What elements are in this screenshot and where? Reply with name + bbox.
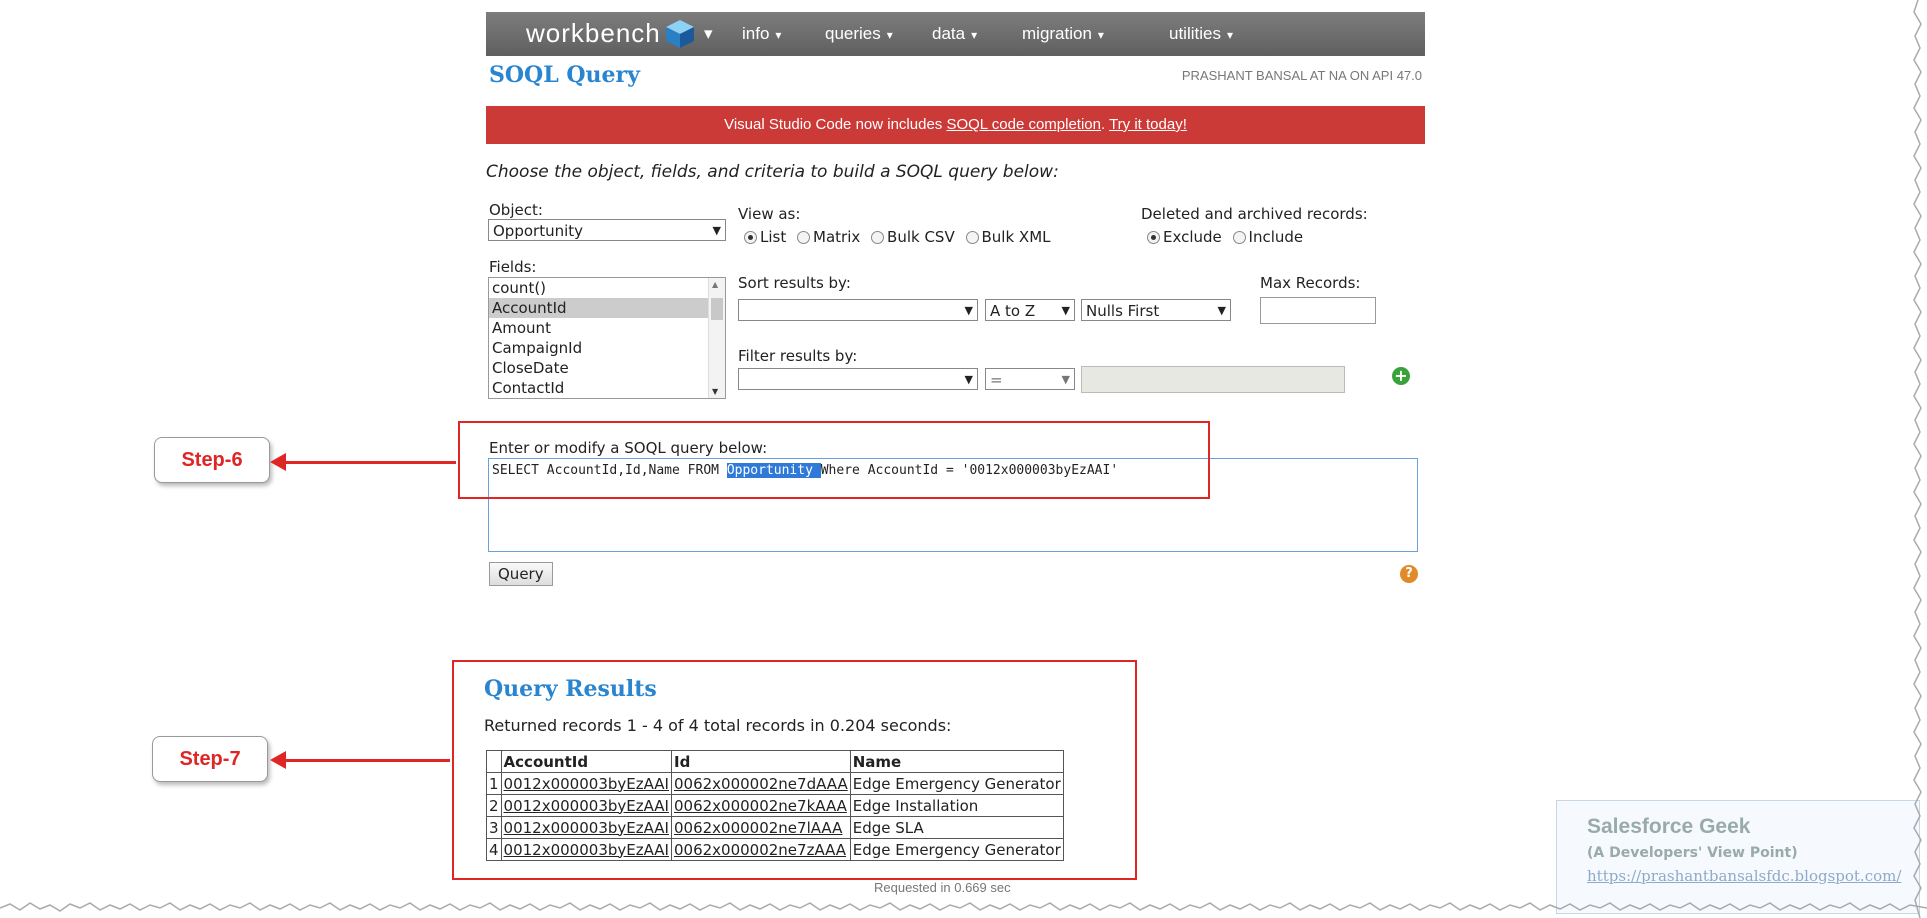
step6-arrow bbox=[284, 461, 456, 464]
nav-menu-migration[interactable]: migration ▾ bbox=[1022, 24, 1104, 44]
watermark-subtitle: (A Developers' View Point) bbox=[1587, 845, 1798, 861]
sort-field-select[interactable]: ▼ bbox=[738, 299, 978, 321]
object-select[interactable]: Opportunity ▼ bbox=[488, 219, 726, 241]
promo-banner: Visual Studio Code now includes SOQL cod… bbox=[486, 106, 1425, 144]
sort-label: Sort results by: bbox=[738, 274, 851, 292]
object-label: Object: bbox=[489, 201, 543, 219]
torn-edge-right bbox=[1913, 0, 1922, 918]
soql-completion-link[interactable]: SOQL code completion bbox=[946, 116, 1101, 133]
list-item[interactable]: Amount bbox=[489, 318, 725, 338]
list-item[interactable]: CloseDate bbox=[489, 358, 725, 378]
chevron-down-icon: ▾ bbox=[775, 28, 782, 42]
query-button[interactable]: Query bbox=[489, 562, 553, 586]
chevron-down-icon: ▾ bbox=[1097, 28, 1104, 42]
chevron-down-icon: ▾ bbox=[1226, 28, 1233, 42]
list-item[interactable]: AccountId bbox=[489, 298, 725, 318]
request-time-footer: Requested in 0.669 sec bbox=[874, 880, 1011, 895]
deleted-records-label: Deleted and archived records: bbox=[1141, 205, 1368, 223]
banner-separator: . bbox=[1101, 116, 1110, 133]
chevron-down-icon: ▾ bbox=[971, 28, 978, 42]
step7-highlight-box bbox=[452, 660, 1137, 880]
chevron-down-icon: ▼ bbox=[712, 224, 721, 237]
deleted-include-radio[interactable]: Include bbox=[1227, 228, 1303, 246]
view-as-matrix-radio[interactable]: Matrix bbox=[791, 228, 860, 246]
user-info: PRASHANT BANSAL AT NA ON API 47.0 bbox=[1181, 68, 1422, 83]
deleted-exclude-radio[interactable]: Exclude bbox=[1141, 228, 1222, 246]
step6-highlight-box bbox=[458, 421, 1210, 499]
arrow-left-icon bbox=[270, 751, 286, 769]
plus-icon[interactable]: + bbox=[1392, 367, 1410, 385]
arrow-left-icon bbox=[270, 453, 286, 471]
chevron-down-icon: ▼ bbox=[964, 373, 973, 386]
filter-label: Filter results by: bbox=[738, 347, 858, 365]
chevron-down-icon: ▼ bbox=[1061, 304, 1070, 317]
fields-scrollbar[interactable]: ▲ ▼ bbox=[708, 278, 725, 398]
view-as-label: View as: bbox=[738, 205, 801, 223]
nav-menu-queries[interactable]: queries ▾ bbox=[825, 24, 893, 44]
max-records-input[interactable] bbox=[1260, 297, 1376, 324]
nav-menu-utilities[interactable]: utilities ▾ bbox=[1169, 24, 1233, 44]
filter-operator-select[interactable]: = ▼ bbox=[985, 368, 1075, 390]
scroll-down-icon[interactable]: ▼ bbox=[712, 387, 718, 396]
nav-bar: workbench ▾ info ▾ queries ▾ data ▾ migrati… bbox=[486, 12, 1425, 56]
max-records-label: Max Records: bbox=[1260, 274, 1361, 292]
sort-nulls-select[interactable]: Nulls First ▼ bbox=[1081, 299, 1231, 321]
try-it-link[interactable]: Try it today! bbox=[1109, 116, 1187, 133]
banner-text: Visual Studio Code now includes bbox=[724, 116, 947, 133]
chevron-down-icon: ▼ bbox=[1217, 304, 1226, 317]
brand-dropdown-caret[interactable]: ▾ bbox=[704, 24, 713, 44]
sort-direction-select[interactable]: A to Z ▼ bbox=[985, 299, 1075, 321]
step7-callout: Step-7 bbox=[152, 736, 268, 782]
chevron-down-icon: ▾ bbox=[886, 28, 893, 42]
list-item[interactable]: ContactId bbox=[489, 378, 725, 398]
sort-direction-value: A to Z bbox=[990, 302, 1036, 320]
list-item[interactable]: CampaignId bbox=[489, 338, 725, 358]
brand-logo[interactable]: workbench bbox=[526, 18, 661, 49]
chevron-down-icon: ▼ bbox=[1061, 373, 1070, 386]
view-as-bulk-xml-radio[interactable]: Bulk XML bbox=[960, 228, 1051, 246]
view-as-options: List Matrix Bulk CSV Bulk XML bbox=[738, 228, 1051, 246]
watermark-url[interactable]: https://prashantbansalsfdc.blogspot.com/ bbox=[1587, 867, 1901, 885]
chevron-down-icon: ▼ bbox=[964, 304, 973, 317]
watermark-title: Salesforce Geek bbox=[1587, 815, 1751, 838]
object-value: Opportunity bbox=[493, 222, 584, 240]
fields-label: Fields: bbox=[489, 258, 537, 276]
torn-edge-bottom bbox=[0, 902, 1927, 912]
deleted-records-options: Exclude Include bbox=[1141, 228, 1303, 246]
fields-listbox[interactable]: count() AccountId Amount CampaignId Clos… bbox=[488, 277, 726, 399]
sort-nulls-value: Nulls First bbox=[1086, 302, 1160, 320]
intro-text: Choose the object, fields, and criteria … bbox=[486, 162, 1059, 182]
view-as-list-radio[interactable]: List bbox=[738, 228, 786, 246]
scroll-thumb[interactable] bbox=[711, 298, 723, 320]
list-item[interactable]: count() bbox=[489, 278, 725, 298]
help-icon[interactable]: ? bbox=[1400, 565, 1418, 583]
cube-icon bbox=[666, 20, 694, 48]
filter-operator-value: = bbox=[990, 371, 1003, 389]
step6-callout: Step-6 bbox=[154, 437, 270, 483]
nav-menu-data[interactable]: data ▾ bbox=[932, 24, 977, 44]
filter-value-input[interactable] bbox=[1081, 366, 1345, 393]
step7-arrow bbox=[284, 759, 450, 762]
nav-menu-info[interactable]: info ▾ bbox=[742, 24, 781, 44]
scroll-up-icon[interactable]: ▲ bbox=[712, 280, 718, 289]
view-as-bulk-csv-radio[interactable]: Bulk CSV bbox=[865, 228, 955, 246]
page-title: SOQL Query bbox=[489, 62, 640, 88]
filter-field-select[interactable]: ▼ bbox=[738, 368, 978, 390]
